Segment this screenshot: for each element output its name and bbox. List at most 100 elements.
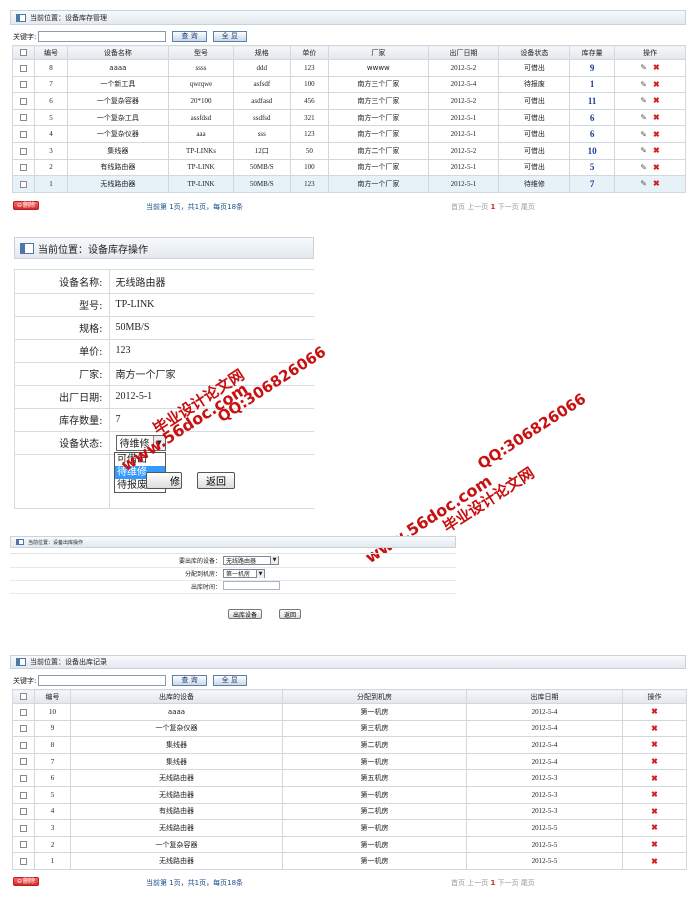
table-row[interactable]: 2 有线路由器 TP-LINK 50MB/S 100 南方一个厂家 2012-5-1 可借出 5…: [11, 158, 687, 177]
row-select-cell: [12, 852, 35, 870]
pencil-icon[interactable]: ✎: [640, 179, 647, 188]
row-checkbox[interactable]: [20, 841, 27, 849]
table-row[interactable]: 5 一个复杂工具 assfdsd ssdfsd 321 南方一个厂家 2012-5-1 可借出…: [11, 108, 687, 127]
cross-icon[interactable]: ✖: [651, 724, 658, 733]
table-row[interactable]: 4 一个复杂仪器 aaa sss 123 南方一个厂家 2012-5-1 可借出 6 ✎ ✖: [11, 125, 687, 143]
table-row[interactable]: 2 一个复杂容器 第一机房 2012-5-5 ✖: [12, 835, 687, 854]
keyword-input[interactable]: [38, 31, 167, 42]
batch-delete-button[interactable]: ⊖ 删除: [13, 201, 40, 210]
table-row[interactable]: 6 无线路由器 第五机房 2012-5-3 ✖: [12, 769, 687, 787]
select-all-checkbox[interactable]: [20, 693, 27, 700]
breadcrumb-records: 当前位置：设备出库记录: [10, 655, 686, 669]
submit-button[interactable]: 修改: [146, 472, 182, 489]
cell-date: 2012-5-2: [427, 92, 500, 110]
row-checkbox[interactable]: [20, 775, 27, 783]
cross-icon[interactable]: ✖: [651, 857, 658, 866]
row-checkbox[interactable]: [20, 64, 28, 72]
cross-icon[interactable]: ✖: [651, 790, 658, 799]
show-all-button[interactable]: 全 显: [212, 31, 247, 42]
cross-icon[interactable]: ✖: [651, 774, 658, 783]
row-checkbox[interactable]: [20, 114, 28, 122]
row-checkbox[interactable]: [20, 824, 27, 832]
pencil-icon[interactable]: ✎: [640, 146, 647, 155]
pencil-icon[interactable]: ✎: [640, 80, 647, 89]
keyword-input[interactable]: [38, 675, 167, 686]
row-checkbox[interactable]: [20, 708, 27, 716]
room-select[interactable]: 第一机房 ▼: [223, 569, 265, 578]
cross-icon[interactable]: ✖: [653, 163, 660, 172]
row-checkbox[interactable]: [20, 725, 27, 733]
device-select[interactable]: 无线路由器 ▼: [223, 555, 279, 565]
pager-prev[interactable]: 上一页: [467, 203, 488, 211]
cross-icon[interactable]: ✖: [653, 113, 660, 122]
cross-icon[interactable]: ✖: [653, 146, 660, 155]
show-all-button[interactable]: 全 显: [212, 675, 247, 686]
select-all-checkbox[interactable]: [20, 49, 28, 56]
time-row: 出库时间：: [10, 580, 456, 593]
cell-status: 可借出: [498, 141, 571, 160]
cell-id: 3: [34, 819, 71, 837]
table-row[interactable]: 9 一个复杂仪器 第三机房 2012-5-4 ✖: [12, 719, 687, 738]
cross-icon[interactable]: ✖: [651, 740, 658, 749]
query-button[interactable]: 查 询: [172, 31, 207, 42]
cross-icon[interactable]: ✖: [653, 63, 660, 72]
row-select-cell: [12, 785, 35, 804]
cell-price: 100: [289, 158, 330, 177]
checkout-submit-button[interactable]: 出库设备: [228, 609, 263, 619]
pager-prev[interactable]: 上一页: [467, 879, 488, 887]
pager-last[interactable]: 尾页: [521, 203, 535, 211]
table-row[interactable]: 10 aaaa 第一机房 2012-5-4 ✖: [12, 703, 687, 721]
table-row[interactable]: 7 集线器 第一机房 2012-5-4 ✖: [12, 752, 687, 771]
cross-icon[interactable]: ✖: [653, 80, 660, 89]
table-row[interactable]: 6 一个复杂容器 20*100 asdfasd 456 南方三个厂家 2012-5-2 可借出…: [11, 92, 687, 110]
cross-icon[interactable]: ✖: [651, 757, 658, 766]
batch-delete-button[interactable]: ⊖ 删除: [13, 877, 40, 886]
table-row[interactable]: 7 一个新工具 qwrqwe asfsdf 100 南方三个厂家 2012-5-4 待报废 1 ✎…: [11, 75, 687, 94]
cross-icon[interactable]: ✖: [653, 179, 660, 188]
cell-actions: ✎ ✖: [613, 108, 687, 127]
checkout-back-button[interactable]: 返回: [279, 609, 302, 619]
table-row[interactable]: 3 无线路由器 第一机房 2012-5-5 ✖: [12, 819, 687, 837]
query-button[interactable]: 查 询: [172, 675, 207, 686]
table-row[interactable]: 5 无线路由器 第一机房 2012-5-3 ✖: [12, 785, 687, 804]
row-checkbox[interactable]: [20, 97, 28, 105]
cell-date: 2012-5-3: [466, 769, 623, 787]
pager-first[interactable]: 首页: [451, 203, 465, 211]
table-row[interactable]: 1 无线路由器 第一机房 2012-5-5 ✖: [12, 852, 687, 870]
table-row[interactable]: 3 集线器 TP-LINKs 12口 50 南方二个厂家 2012-5-2 可借出 10 ✎ ✖: [11, 141, 687, 160]
row-checkbox[interactable]: [20, 164, 28, 172]
table-row[interactable]: 8 集线器 第二机房 2012-5-4 ✖: [12, 736, 687, 754]
row-checkbox[interactable]: [20, 81, 28, 89]
cross-icon[interactable]: ✖: [651, 823, 658, 832]
pager-first[interactable]: 首页: [451, 879, 465, 887]
table-row[interactable]: 8 aaaa ssss ddd 123 wwww 2012-5-2 可借出 9 ✎ ✖: [11, 59, 687, 77]
row-checkbox[interactable]: [20, 741, 27, 749]
row-checkbox[interactable]: [20, 131, 28, 139]
cross-icon[interactable]: ✖: [651, 840, 658, 849]
table-row[interactable]: 1 无线路由器 TP-LINK 50MB/S 123 南方一个厂家 2012-5-1 待维修 7…: [11, 175, 687, 193]
back-button[interactable]: 返回: [197, 472, 235, 489]
pager-last[interactable]: 尾页: [521, 879, 535, 887]
cell-id: 9: [34, 719, 71, 738]
chevron-down-icon: ▼: [270, 556, 278, 565]
pencil-icon[interactable]: ✎: [640, 113, 647, 122]
time-input[interactable]: [223, 581, 280, 590]
row-select-cell: [12, 719, 35, 738]
row-checkbox[interactable]: [20, 147, 28, 155]
pager-next[interactable]: 下一页: [498, 879, 519, 887]
row-checkbox[interactable]: [20, 758, 27, 766]
row-checkbox[interactable]: [20, 180, 28, 188]
row-checkbox[interactable]: [20, 791, 27, 799]
pencil-icon[interactable]: ✎: [640, 63, 647, 72]
cross-icon[interactable]: ✖: [653, 130, 660, 139]
cross-icon[interactable]: ✖: [651, 707, 658, 716]
pencil-icon[interactable]: ✎: [640, 163, 647, 172]
cross-icon[interactable]: ✖: [651, 807, 658, 816]
pencil-icon[interactable]: ✎: [640, 96, 647, 105]
pencil-icon[interactable]: ✎: [640, 130, 647, 139]
table-row[interactable]: 4 有线路由器 第二机房 2012-5-3 ✖: [12, 802, 687, 821]
cross-icon[interactable]: ✖: [653, 96, 660, 105]
row-checkbox[interactable]: [20, 858, 27, 866]
row-checkbox[interactable]: [20, 808, 27, 816]
pager-next[interactable]: 下一页: [498, 203, 519, 211]
